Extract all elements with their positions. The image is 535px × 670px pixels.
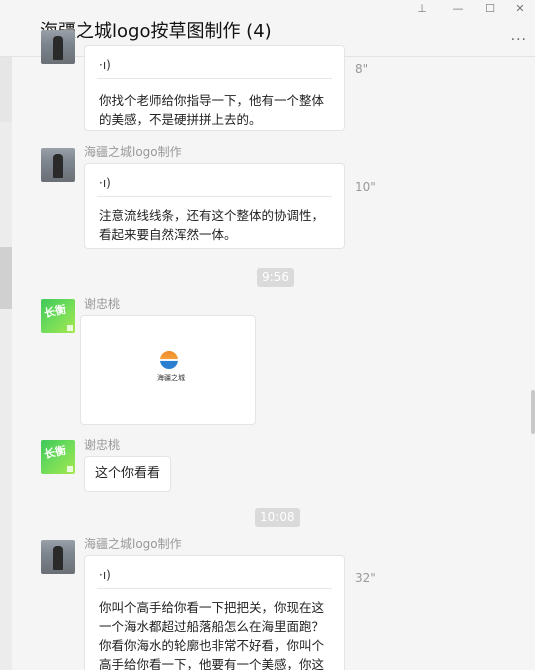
voice-icon: ·ı)	[99, 58, 111, 72]
logo-image	[160, 351, 178, 369]
voice-message-bubble[interactable]: ·ı) 注意流线线条，还有这个整体的协调性，看起来要自然浑然一体。	[84, 163, 345, 249]
sender-name: 海疆之城logo制作	[84, 145, 182, 159]
avatar[interactable]	[41, 540, 75, 574]
voice-duration: 10"	[355, 180, 376, 194]
voice-message-bubble[interactable]: ·ı) 你找个老师给你指导一下，他有一个整体的美感，不是硬拼拼上去的。	[84, 45, 345, 131]
voice-message-bubble[interactable]: ·ı) 你叫个高手给你看一下把把关，你现在这一个海水都超过船落船怎么在海里面跑？…	[84, 555, 345, 670]
logo-caption: 海疆之城	[157, 374, 185, 382]
divider	[97, 196, 332, 197]
image-message[interactable]: 海疆之城	[80, 315, 256, 425]
voice-duration: 32"	[355, 571, 376, 585]
scrollbar[interactable]	[531, 390, 535, 434]
voice-transcript: 你找个老师给你指导一下，他有一个整体的美感，不是硬拼拼上去的。	[99, 93, 325, 127]
timestamp: 10:08	[255, 508, 300, 527]
avatar[interactable]	[41, 30, 75, 64]
voice-duration: 8"	[355, 62, 369, 76]
minimize-button[interactable]: —	[443, 1, 473, 17]
maximize-button[interactable]: ☐	[475, 1, 505, 17]
more-options-icon[interactable]: ...	[511, 28, 527, 44]
text-message-bubble[interactable]: 这个你看看	[84, 456, 172, 492]
sender-name: 海疆之城logo制作	[84, 537, 182, 551]
divider	[97, 588, 332, 589]
voice-icon: ·ı)	[99, 176, 111, 190]
close-button[interactable]: ✕	[505, 1, 535, 17]
divider	[97, 78, 332, 79]
avatar[interactable]	[41, 440, 75, 474]
voice-transcript: 你叫个高手给你看一下把把关，你现在这一个海水都超过船落船怎么在海里面跑？你看你海…	[99, 600, 325, 670]
left-panel-edge	[0, 57, 12, 670]
timestamp: 9:56	[257, 268, 294, 287]
voice-icon: ·ı)	[99, 568, 111, 582]
avatar[interactable]	[41, 299, 75, 333]
sender-name: 谢忠桃	[84, 297, 121, 311]
sender-name: 谢忠桃	[84, 438, 121, 452]
avatar[interactable]	[41, 148, 75, 182]
voice-transcript: 注意流线线条，还有这个整体的协调性，看起来要自然浑然一体。	[99, 208, 325, 242]
pin-icon[interactable]: ⊥	[407, 1, 437, 17]
